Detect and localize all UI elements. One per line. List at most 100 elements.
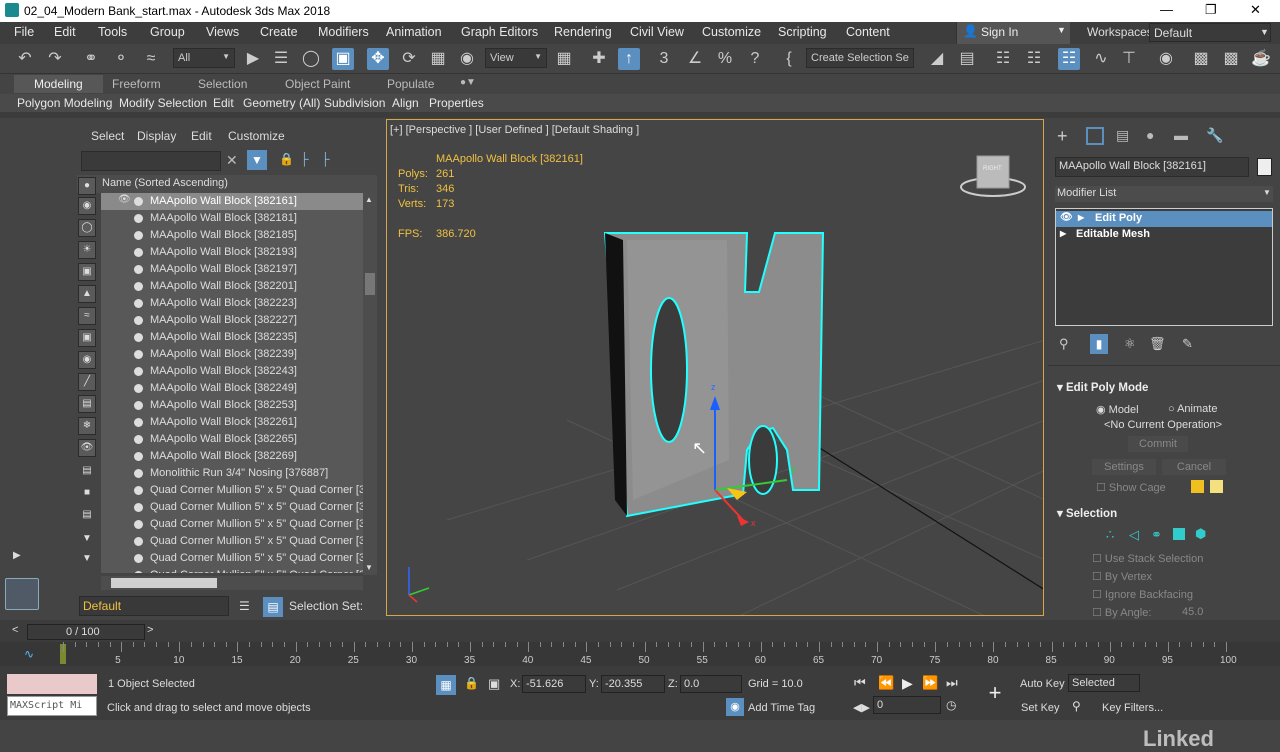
window-crossing-icon[interactable]: ▣	[332, 48, 354, 70]
utilities-tab-icon[interactable]: 🔧	[1206, 127, 1223, 144]
element-icon[interactable]: ⬢	[1195, 526, 1206, 542]
next-key-icon[interactable]: ⏩	[922, 675, 938, 691]
edit-named-selection-icon[interactable]: {	[778, 48, 800, 70]
sp-menu-edit[interactable]: Edit	[191, 129, 212, 143]
display-helpers-icon[interactable]: ▲	[78, 285, 96, 303]
properties-button[interactable]: Properties	[429, 96, 484, 110]
tab-populate[interactable]: Populate	[387, 77, 434, 91]
hierarchy-tab-icon[interactable]: ▤	[1116, 127, 1129, 144]
track-bar[interactable]: ∿ 5 10 15 20 25 30 35 40 45 50 55 60 65 70 75 80 85 90 95 1…	[0, 642, 1280, 666]
lock-icon[interactable]: 🔒	[279, 152, 294, 166]
set-key-icon[interactable]: +	[982, 680, 1008, 706]
sign-in-button[interactable]: 👤 Sign In ▼	[956, 22, 1070, 44]
menu-modifiers[interactable]: Modifiers	[318, 25, 369, 39]
menu-tools[interactable]: Tools	[98, 25, 127, 39]
cage-color-1-swatch[interactable]	[1191, 480, 1204, 493]
rendered-frame-icon[interactable]: ▩	[1220, 48, 1242, 70]
filter-funnel-icon[interactable]: ▼	[78, 551, 96, 569]
display-hidden-icon[interactable]: 👁	[78, 439, 96, 457]
selection-filter-dropdown[interactable]: All ▼	[173, 48, 235, 68]
polygon-modeling-button[interactable]: Polygon Modeling	[17, 96, 112, 110]
list-item[interactable]: Quad Corner Mullion 5" x 5" Quad Corner …	[101, 550, 363, 567]
object-name-field[interactable]: MAApollo Wall Block [382161]	[1055, 157, 1249, 177]
align-button[interactable]: Align	[392, 96, 419, 110]
selection-lock-icon[interactable]: 🔒	[464, 676, 479, 690]
y-coord-input[interactable]: -20.355	[601, 675, 665, 693]
restore-icon[interactable]: ❐	[1205, 2, 1217, 18]
tab-selection[interactable]: Selection	[198, 77, 247, 91]
vertical-scrollbar[interactable]: ▲ ▼	[363, 193, 377, 575]
list-item[interactable]: MAApollo Wall Block [382261]	[101, 414, 363, 431]
list-item[interactable]: MAApollo Wall Block [382253]	[101, 397, 363, 414]
maxscript-mini-input[interactable]: MAXScript Mi	[7, 696, 97, 716]
edit-button[interactable]: Edit	[213, 96, 234, 110]
mirror-icon[interactable]: ◢	[926, 48, 948, 70]
display-frozen-icon[interactable]: ❄	[78, 417, 96, 435]
spinner-snap-icon[interactable]: ?	[744, 48, 766, 70]
key-filters-button[interactable]: Key Filters...	[1102, 702, 1163, 714]
play-icon[interactable]: ▶	[902, 675, 913, 692]
keyboard-shortcut-icon[interactable]: ↑	[618, 48, 640, 70]
curve-editor-icon[interactable]: ∿	[1090, 48, 1112, 70]
settings-button[interactable]: Settings	[1092, 459, 1156, 475]
select-scale-icon[interactable]: ▦	[427, 48, 449, 70]
menu-content[interactable]: Content	[846, 25, 890, 39]
maxscript-listener[interactable]	[7, 674, 97, 694]
display-spacewarps-icon[interactable]: ≈	[78, 307, 96, 325]
by-angle-checkbox[interactable]: ☐ By Angle:	[1092, 606, 1151, 619]
layers-icon[interactable]: ├	[321, 152, 330, 166]
align-icon[interactable]: ▤	[956, 48, 978, 70]
show-cage-checkbox[interactable]: ☐ Show Cage	[1096, 481, 1166, 494]
show-end-result-icon[interactable]: ▮	[1090, 334, 1108, 354]
horizontal-scroll-thumb[interactable]	[111, 578, 217, 588]
time-tag-icon[interactable]: ◉	[726, 698, 744, 716]
subdivision-button[interactable]: Subdivision	[324, 96, 385, 110]
edit-poly-mode-heading[interactable]: ▾ Edit Poly Mode	[1057, 380, 1148, 394]
display-shapes-icon[interactable]: ◯	[78, 219, 96, 237]
modify-tab-icon[interactable]	[1086, 127, 1104, 145]
prev-frame-icon[interactable]: <	[12, 624, 18, 636]
select-by-name-icon[interactable]: ☰	[270, 48, 292, 70]
list-item[interactable]: MAApollo Wall Block [382239]	[101, 346, 363, 363]
list-item[interactable]: MAApollo Wall Block [382235]	[101, 329, 363, 346]
stack-item-editable-mesh[interactable]: ▶ Editable Mesh	[1056, 227, 1272, 243]
viewcube[interactable]: RIGHT	[983, 166, 1002, 172]
select-manipulate-icon[interactable]: ✚	[588, 48, 610, 70]
menu-views[interactable]: Views	[206, 25, 239, 39]
redo-icon[interactable]: ↷	[44, 48, 66, 70]
key-filters-icon[interactable]: ⚲	[1072, 699, 1081, 713]
tab-object-paint[interactable]: Object Paint	[285, 77, 350, 91]
pin-stack-icon[interactable]: ⚲	[1059, 336, 1069, 352]
list-item[interactable]: Quad Corner Mullion 5" x 5" Quad Corner …	[101, 516, 363, 533]
remove-modifier-icon[interactable]: 🗑	[1149, 336, 1166, 352]
menu-civil-view[interactable]: Civil View	[630, 25, 684, 39]
sp-menu-select[interactable]: Select	[91, 129, 124, 143]
minimize-icon[interactable]: —	[1160, 2, 1173, 17]
cage-color-2-swatch[interactable]	[1210, 480, 1223, 493]
list-item[interactable]: MAApollo Wall Block [382227]	[101, 312, 363, 329]
select-move-icon[interactable]: ✥	[367, 48, 389, 70]
list-item[interactable]: MAApollo Wall Block [382197]	[101, 261, 363, 278]
viewport-layout-icon[interactable]	[5, 578, 39, 610]
menu-create[interactable]: Create	[260, 25, 298, 39]
configure-sets-icon[interactable]: ✎	[1182, 336, 1193, 352]
list-item[interactable]: Monolithic Run 3/4" Nosing [376887]	[101, 465, 363, 482]
bind-spacewarp-icon[interactable]: ≈	[140, 48, 162, 70]
close-icon[interactable]: ✕	[1250, 2, 1261, 18]
list-item[interactable]: Quad Corner Mullion 5" x 5" Quad Corner …	[101, 533, 363, 550]
sp-menu-customize[interactable]: Customize	[228, 129, 285, 143]
list-item[interactable]: Quad Corner Mullion 5" x 5" Quad Corner …	[101, 499, 363, 516]
display-containers-icon[interactable]: ▤	[78, 395, 96, 413]
eye-icon[interactable]: 👁	[1060, 212, 1073, 223]
display-cameras-icon[interactable]: ▣	[78, 263, 96, 281]
viewport-label[interactable]: [+] [Perspective ] [User Defined ] [Defa…	[390, 124, 639, 136]
angle-spinner[interactable]: 45.0	[1182, 606, 1203, 618]
scene-explorer-toggle-icon[interactable]: ☷	[1058, 48, 1080, 70]
link-icon[interactable]: ⚭	[80, 48, 102, 70]
list-item[interactable]: MAApollo Wall Block [382181]	[101, 210, 363, 227]
ignore-backfacing-checkbox[interactable]: ☐ Ignore Backfacing	[1092, 588, 1193, 601]
scene-search-input[interactable]	[81, 151, 221, 171]
display-none-toggle-icon[interactable]: ■	[78, 485, 96, 503]
toggle-ribbon-icon[interactable]: ☷	[1023, 48, 1045, 70]
place-icon[interactable]: ◉	[456, 48, 478, 70]
